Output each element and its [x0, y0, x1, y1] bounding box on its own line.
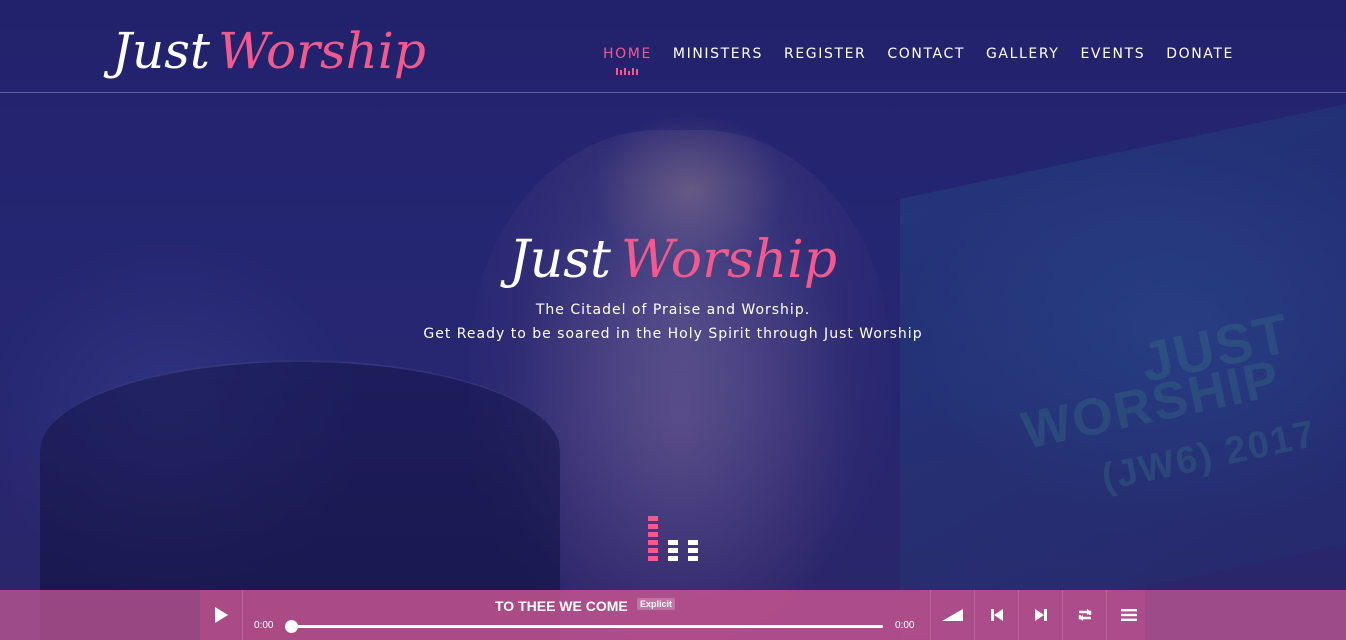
logo-word-2: Worship	[218, 22, 426, 80]
nav-item-label: EVENTS	[1080, 46, 1146, 62]
next-icon	[1034, 609, 1047, 621]
current-time: 0:00	[254, 620, 274, 631]
previous-icon	[990, 609, 1003, 621]
active-equalizer-icon	[616, 68, 639, 75]
site-logo[interactable]: Just Worship	[112, 14, 426, 88]
nav-item-home[interactable]: HOME	[603, 46, 652, 75]
volume-button[interactable]	[930, 590, 974, 640]
previous-button[interactable]	[974, 590, 1018, 640]
nav-item-label: REGISTER	[784, 46, 867, 62]
repeat-button[interactable]	[1062, 590, 1106, 640]
nav-item-label: GALLERY	[985, 46, 1060, 62]
hero-section: Just Worship The Citadel of Praise and Wo…	[0, 222, 1346, 346]
seek-bar[interactable]	[285, 620, 883, 633]
nav-item-donate[interactable]: DONATE	[1166, 46, 1234, 62]
playlist-button[interactable]	[1106, 590, 1150, 640]
nav-item-gallery[interactable]: GALLERY	[986, 46, 1059, 62]
hero-tagline-1: The Citadel of Praise and Worship.	[535, 302, 811, 318]
nav-item-register[interactable]: REGISTER	[784, 46, 866, 62]
hero-tagline-2: Get Ready to be soared in the Holy Spiri…	[423, 326, 923, 342]
seek-handle[interactable]	[285, 620, 298, 633]
main-navigation: HOME MINISTERS REGISTER CONTACT GALLERY …	[603, 46, 1234, 75]
page: JUST WORSHIP (JW6) 2017 Just Worship HOME…	[0, 0, 1346, 640]
hero-logo: Just Worship	[0, 222, 1346, 298]
player-controls	[930, 590, 1150, 640]
repeat-icon	[1078, 609, 1091, 621]
playlist-icon	[1120, 609, 1137, 621]
hero-logo-word-2: Worship	[620, 230, 838, 290]
hero-logo-word-1: Just	[508, 230, 611, 290]
nav-item-label: HOME	[603, 46, 652, 62]
track-title: TO THEE WE COME	[495, 598, 628, 614]
equalizer-loader-icon	[648, 516, 698, 561]
next-button[interactable]	[1018, 590, 1062, 640]
site-header: Just Worship HOME MINISTERS REGISTER CONT…	[0, 0, 1346, 93]
nav-item-events[interactable]: EVENTS	[1080, 46, 1145, 62]
nav-item-label: MINISTERS	[672, 46, 764, 62]
nav-item-contact[interactable]: CONTACT	[887, 46, 965, 62]
nav-item-ministers[interactable]: MINISTERS	[673, 46, 763, 62]
nav-item-label: DONATE	[1166, 46, 1234, 62]
explicit-badge: Explicit	[637, 598, 676, 610]
play-icon	[215, 607, 228, 623]
logo-word-1: Just	[112, 22, 210, 80]
play-button[interactable]	[200, 590, 243, 640]
track-duration: 0:00	[895, 620, 915, 631]
volume-icon	[941, 609, 963, 621]
nav-item-label: CONTACT	[887, 46, 965, 62]
